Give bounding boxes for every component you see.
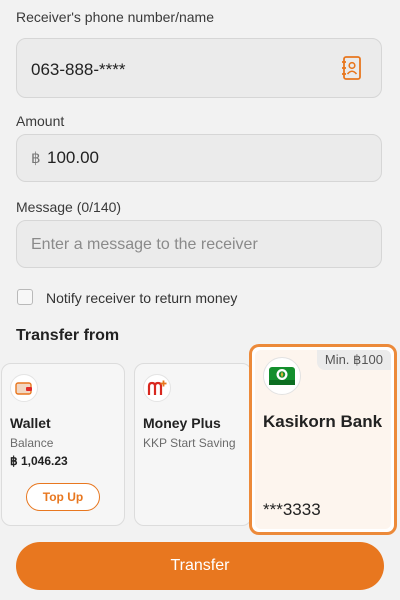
- kasikorn-logo-icon: [263, 357, 301, 395]
- notify-label[interactable]: Notify receiver to return money: [46, 290, 237, 306]
- transfer-from-title: Transfer from: [16, 327, 120, 344]
- message-placeholder: Enter a message to the receiver: [31, 236, 258, 253]
- kasikorn-bank-card[interactable]: Min. ฿100 Kasikorn Bank ***3333: [249, 344, 397, 535]
- wallet-card[interactable]: Wallet Balance ฿ 1,046.23 Top Up: [1, 363, 125, 526]
- bank-account-number: ***3333: [263, 500, 321, 519]
- notify-checkbox[interactable]: [17, 289, 33, 305]
- wallet-icon: [10, 374, 38, 402]
- receiver-label: Receiver's phone number/name: [16, 9, 215, 25]
- money-plus-name: Money Plus: [143, 415, 221, 431]
- wallet-name: Wallet: [10, 415, 51, 431]
- wallet-balance: ฿ 1,046.23: [10, 454, 68, 468]
- contact-book-icon[interactable]: [341, 56, 363, 80]
- message-field[interactable]: Enter a message to the receiver: [16, 220, 382, 268]
- money-plus-icon: [143, 374, 171, 402]
- min-amount-badge: Min. ฿100: [316, 350, 391, 370]
- transfer-button[interactable]: Transfer: [16, 542, 384, 590]
- receiver-value: 063-888-****: [31, 60, 126, 79]
- top-up-button[interactable]: Top Up: [26, 483, 100, 511]
- currency-symbol: ฿: [31, 150, 41, 167]
- bank-name: Kasikorn Bank: [263, 412, 383, 431]
- message-label: Message (0/140): [16, 199, 122, 215]
- wallet-balance-label: Balance: [10, 436, 54, 450]
- amount-value: 100.00: [47, 148, 99, 167]
- money-plus-sub: KKP Start Saving: [143, 436, 236, 450]
- receiver-field[interactable]: 063-888-****: [16, 38, 382, 98]
- money-plus-card[interactable]: Money Plus KKP Start Saving: [134, 363, 252, 526]
- amount-field[interactable]: ฿ 100.00: [16, 134, 382, 182]
- amount-label: Amount: [16, 113, 65, 129]
